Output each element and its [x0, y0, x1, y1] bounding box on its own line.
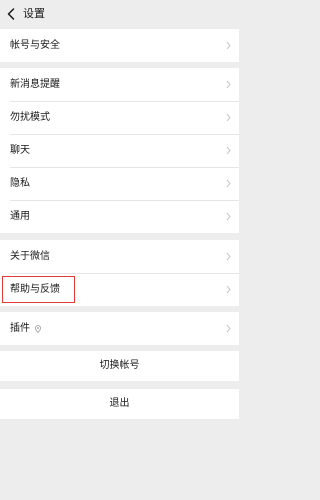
row-label: 插件 [10, 322, 30, 334]
settings-row-privacy[interactable]: 隐私 [0, 167, 239, 200]
settings-row-do-not-disturb[interactable]: 勿扰模式 [0, 101, 239, 134]
row-label: 隐私 [10, 177, 30, 189]
settings-row-plugins[interactable]: 插件 [0, 312, 239, 345]
row-label: 帐号与安全 [10, 39, 60, 51]
settings-row-general[interactable]: 通用 [0, 200, 239, 233]
chevron-right-icon [226, 285, 231, 294]
chevron-right-icon [226, 41, 231, 50]
row-label: 关于微信 [10, 250, 50, 262]
chevron-right-icon [226, 80, 231, 89]
general-group: 新消息提醒 勿扰模式 聊天 隐私 通用 [0, 68, 239, 233]
back-arrow-icon[interactable] [7, 8, 15, 20]
settings-row-account-security[interactable]: 帐号与安全 [0, 29, 239, 62]
logout-button[interactable]: 退出 [0, 389, 239, 419]
top-bar: 设置 [0, 0, 239, 29]
location-pin-icon [35, 324, 41, 333]
row-label: 帮助与反馈 [10, 283, 60, 295]
switch-account-group: 切换帐号 [0, 351, 239, 381]
row-label: 勿扰模式 [10, 111, 50, 123]
chevron-right-icon [226, 252, 231, 261]
plugins-group: 插件 [0, 312, 239, 345]
settings-row-help-feedback[interactable]: 帮助与反馈 [0, 273, 239, 306]
row-label: 通用 [10, 210, 30, 222]
row-label: 新消息提醒 [10, 78, 60, 90]
chevron-right-icon [226, 179, 231, 188]
chevron-right-icon [226, 324, 231, 333]
about-group: 关于微信 帮助与反馈 [0, 240, 239, 306]
settings-row-chats[interactable]: 聊天 [0, 134, 239, 167]
logout-group: 退出 [0, 389, 239, 419]
logout-label: 退出 [109, 398, 130, 409]
row-label: 聊天 [10, 144, 30, 156]
account-group: 帐号与安全 [0, 29, 239, 62]
switch-account-button[interactable]: 切换帐号 [0, 351, 239, 381]
page-title: 设置 [23, 7, 45, 20]
chevron-right-icon [226, 146, 231, 155]
settings-row-notifications[interactable]: 新消息提醒 [0, 68, 239, 101]
settings-row-about[interactable]: 关于微信 [0, 240, 239, 273]
switch-account-label: 切换帐号 [99, 360, 140, 371]
chevron-right-icon [226, 212, 231, 221]
chevron-right-icon [226, 113, 231, 122]
